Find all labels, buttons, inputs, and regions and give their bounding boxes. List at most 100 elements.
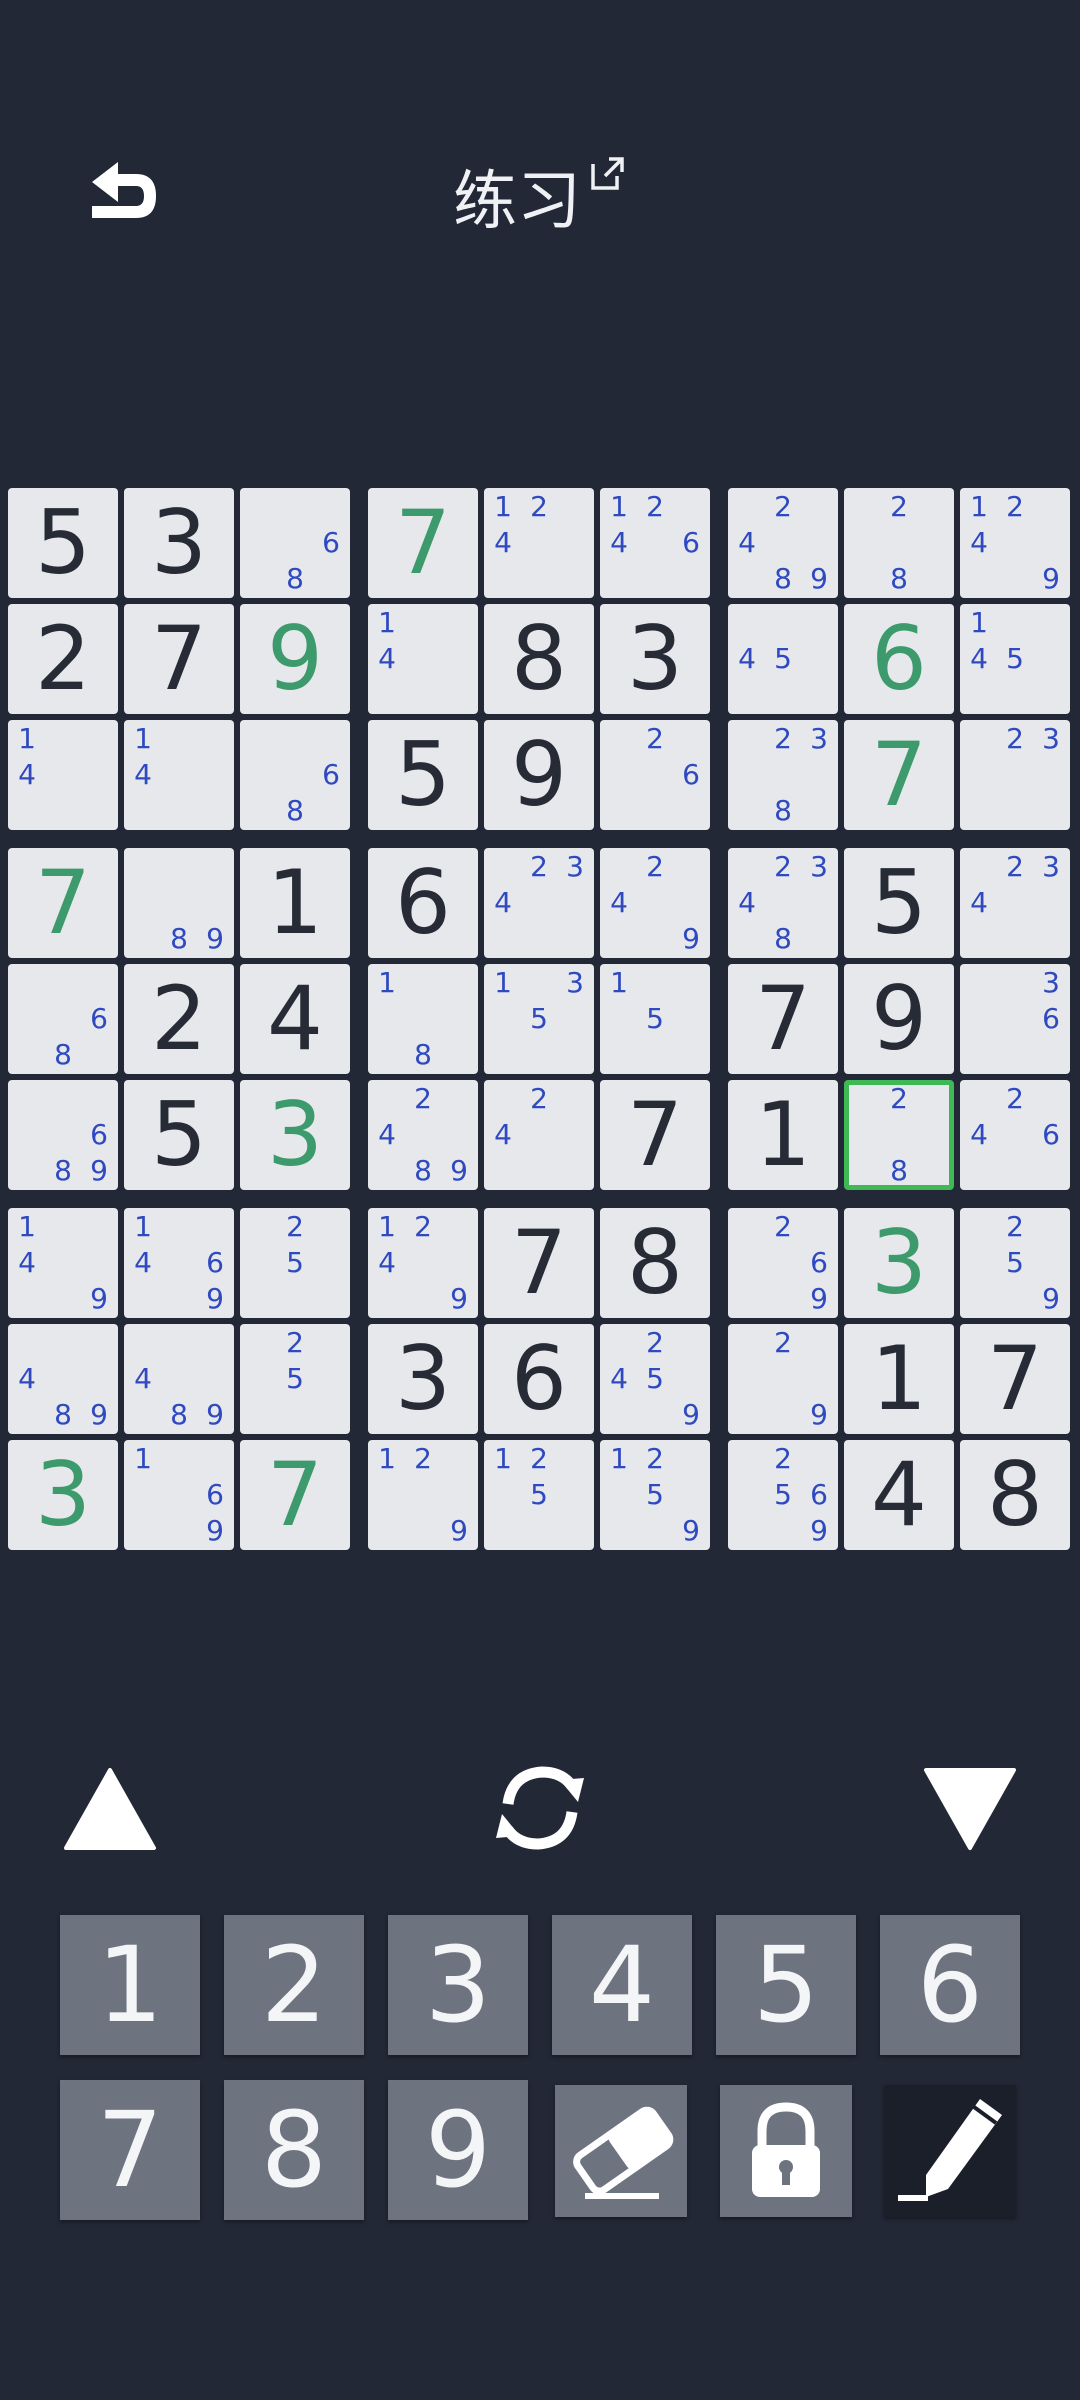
sudoku-cell[interactable]: 3 [600,604,710,714]
digit-key-9[interactable]: 9 [388,2080,528,2220]
sudoku-cell[interactable]: 124 9 [368,1208,478,1318]
sudoku-cell[interactable]: 1 69 [124,1440,234,1550]
sudoku-cell[interactable]: 6 [844,604,954,714]
sudoku-cell[interactable]: 3 [8,1440,118,1550]
sudoku-cell[interactable]: 28 [844,488,954,598]
digit-key-3[interactable]: 3 [388,1915,528,2055]
digit-key-4[interactable]: 4 [552,1915,692,2055]
sudoku-cell[interactable]: 489 [124,1324,234,1434]
sudoku-cell[interactable]: 2 [8,604,118,714]
sudoku-cell[interactable]: 3 [368,1324,478,1434]
sudoku-cell[interactable]: 28 [844,1080,954,1190]
pencil-button[interactable] [884,2085,1016,2217]
lock-button[interactable] [720,2085,852,2217]
sudoku-cell[interactable]: 7 [368,488,478,598]
digit-key-2[interactable]: 2 [224,1915,364,2055]
sudoku-cell[interactable]: 24 9 [600,848,710,958]
page-title[interactable]: 练习 [453,150,581,242]
sudoku-cell[interactable]: 7 [240,1440,350,1550]
sudoku-cell[interactable]: 45 [728,604,838,714]
sudoku-cell[interactable]: 18 [368,964,478,1074]
sudoku-cell[interactable]: 14 69 [124,1208,234,1318]
sudoku-cell[interactable]: 9 [844,964,954,1074]
sudoku-cell[interactable]: 68 [240,488,350,598]
sudoku-cell[interactable]: 6 [484,1324,594,1434]
digit-key-7[interactable]: 7 [60,2080,200,2220]
sudoku-cell[interactable]: 124 9 [960,488,1070,598]
sudoku-cell[interactable]: 7 [600,1080,710,1190]
sudoku-cell[interactable]: 124 [484,488,594,598]
sudoku-cell[interactable]: 68 [8,964,118,1074]
sudoku-cell[interactable]: 1 [728,1080,838,1190]
sudoku-cell[interactable]: 9 [484,720,594,830]
sudoku-cell[interactable]: 25 [240,1208,350,1318]
sudoku-cell[interactable]: 23 [960,720,1070,830]
sudoku-cell[interactable]: 8 [484,604,594,714]
sudoku-cell[interactable]: 23 48 [728,848,838,958]
sudoku-cell[interactable]: 5 [124,1080,234,1190]
sudoku-cell[interactable]: 89 [124,848,234,958]
digit-key-1[interactable]: 1 [60,1915,200,2055]
sudoku-cell[interactable]: 9 [240,604,350,714]
external-link-icon[interactable] [587,154,627,194]
sudoku-cell[interactable]: 23 4 [960,848,1070,958]
sudoku-cell[interactable]: 68 [240,720,350,830]
sudoku-cell[interactable]: 7 [124,604,234,714]
sudoku-cell[interactable]: 15 [600,964,710,1074]
sudoku-cell[interactable]: 7 [728,964,838,1074]
sudoku-cell[interactable]: 7 [844,720,954,830]
sudoku-cell[interactable]: 1 [240,848,350,958]
sudoku-cell[interactable]: 269 [728,1208,838,1318]
sudoku-cell[interactable]: 8 [960,1440,1070,1550]
sudoku-cell[interactable]: 2569 [728,1440,838,1550]
sudoku-cell[interactable]: 3 [240,1080,350,1190]
sudoku-cell[interactable]: 14 [124,720,234,830]
digit-key-6[interactable]: 6 [880,1915,1020,2055]
sudoku-cell[interactable]: 4 [844,1440,954,1550]
sudoku-cell[interactable]: 124 6 [600,488,710,598]
refresh-button[interactable] [488,1760,592,1856]
sudoku-cell[interactable]: 5 [8,488,118,598]
sudoku-cell[interactable]: 12 9 [368,1440,478,1550]
next-button[interactable] [922,1766,1018,1852]
sudoku-cell[interactable]: 1259 [600,1440,710,1550]
sudoku-cell[interactable]: 3 [844,1208,954,1318]
sudoku-cell[interactable]: 6 [368,848,478,958]
sudoku-cell[interactable]: 145 [960,604,1070,714]
sudoku-cell[interactable]: 689 [8,1080,118,1190]
sudoku-cell[interactable]: 2459 [600,1324,710,1434]
sudoku-cell[interactable]: 7 [960,1324,1070,1434]
digit-key-5[interactable]: 5 [716,1915,856,2055]
sudoku-cell[interactable]: 5 [844,848,954,958]
sudoku-cell[interactable]: 24 6 [960,1080,1070,1190]
sudoku-cell[interactable]: 2489 [728,488,838,598]
sudoku-cell[interactable]: 26 [600,720,710,830]
sudoku-cell[interactable]: 125 [484,1440,594,1550]
sudoku-cell[interactable]: 24 [484,1080,594,1190]
sudoku-cell[interactable]: 14 [368,604,478,714]
sudoku-cell[interactable]: 29 [728,1324,838,1434]
sudoku-cell[interactable]: 36 [960,964,1070,1074]
sudoku-cell[interactable]: 5 [368,720,478,830]
sudoku-cell[interactable]: 3 [124,488,234,598]
sudoku-cell[interactable]: 7 [8,848,118,958]
digit-key-8[interactable]: 8 [224,2080,364,2220]
sudoku-cell[interactable]: 259 [960,1208,1070,1318]
sudoku-cell[interactable]: 7 [484,1208,594,1318]
previous-button[interactable] [62,1766,158,1852]
cell-value: 5 [151,1083,207,1186]
sudoku-cell[interactable]: 1 [844,1324,954,1434]
sudoku-cell[interactable]: 4 [240,964,350,1074]
sudoku-cell[interactable]: 1 35 [484,964,594,1074]
sudoku-cell[interactable]: 25 [240,1324,350,1434]
sudoku-cell[interactable]: 23 8 [728,720,838,830]
sudoku-cell[interactable]: 489 [8,1324,118,1434]
sudoku-cell[interactable]: 2489 [368,1080,478,1190]
sudoku-cell[interactable]: 14 [8,720,118,830]
sudoku-cell[interactable]: 8 [600,1208,710,1318]
erase-button[interactable] [555,2085,687,2217]
sudoku-cell[interactable]: 23 4 [484,848,594,958]
cell-value: 1 [755,1083,811,1186]
sudoku-cell[interactable]: 14 9 [8,1208,118,1318]
sudoku-cell[interactable]: 2 [124,964,234,1074]
